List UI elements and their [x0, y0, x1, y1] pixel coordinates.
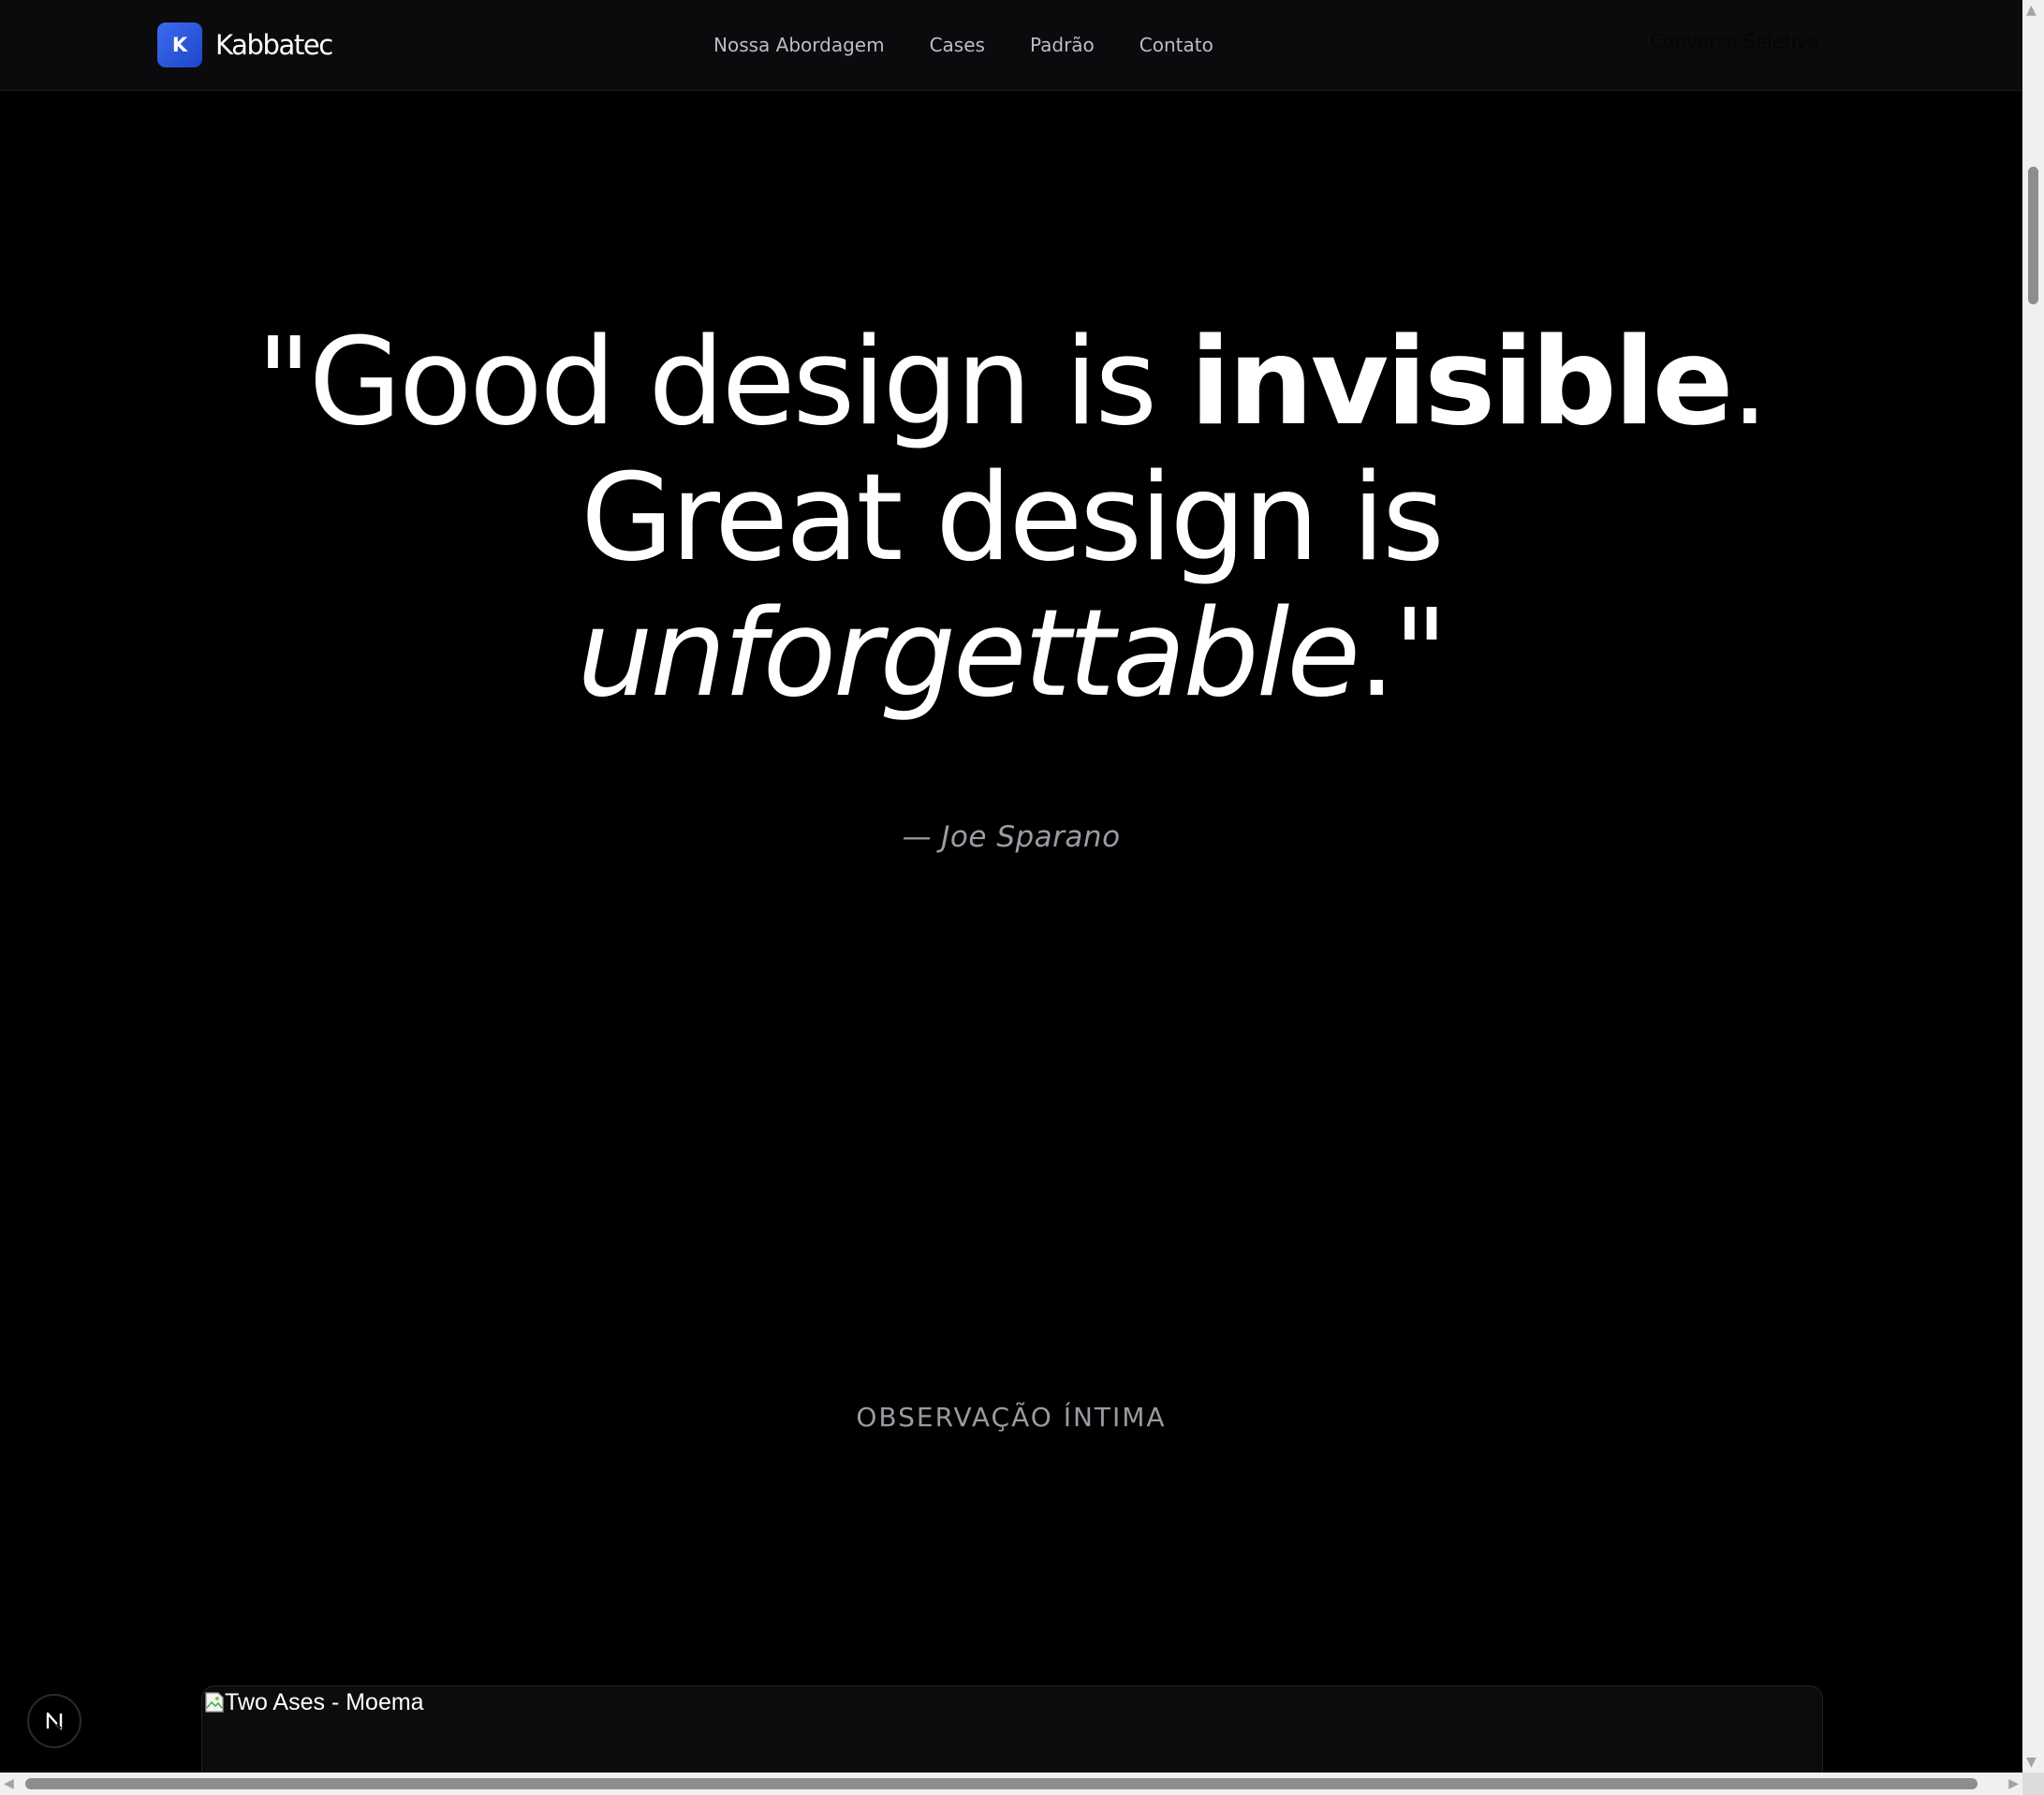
broken-image-icon — [204, 1691, 225, 1714]
quote-line-2: Great design is — [581, 449, 1445, 588]
nav-link-cases[interactable]: Cases — [930, 34, 985, 56]
case-image-alt-text: Two Ases - Moema — [225, 1689, 424, 1715]
scrollbar-corner — [2022, 1773, 2044, 1795]
vertical-scrollbar[interactable]: ▲ ▼ — [2022, 0, 2044, 1773]
quote-emphasis-invisible: invisible — [1189, 313, 1734, 452]
k-logo-icon: K — [157, 22, 202, 67]
cta-conversa-seletiva-button[interactable]: Conversa Seletiva — [1650, 30, 1819, 60]
n-letter-icon — [46, 1712, 63, 1730]
horizontal-scrollbar-thumb[interactable] — [25, 1778, 1978, 1789]
brand-name: Kabbatec — [215, 29, 333, 61]
case-image: Two Ases - Moema — [204, 1688, 424, 1716]
nav-link-contato[interactable]: Contato — [1140, 34, 1213, 56]
section-label: OBSERVAÇÃO ÍNTIMA — [856, 1402, 1167, 1433]
page: K Kabbatec Nossa Abordagem Cases Padrão … — [0, 0, 2044, 1795]
quote-emphasis-unforgettable: unforgettable — [577, 584, 1360, 724]
quote-line-3: unforgettable." — [169, 586, 1854, 722]
quote-line-1-start: "Good design is — [256, 313, 1190, 452]
scroll-right-arrow-icon[interactable]: ▶ — [2008, 1777, 2019, 1790]
nav-link-padrao[interactable]: Padrão — [1030, 34, 1095, 56]
quote-line-1: "Good design is invisible. — [169, 315, 1854, 450]
quote-line-1-end: . — [1730, 313, 1769, 452]
navbar: K Kabbatec Nossa Abordagem Cases Padrão … — [0, 0, 2022, 91]
main-nav: Nossa Abordagem Cases Padrão Contato — [713, 30, 1258, 60]
n-badge-icon[interactable] — [27, 1694, 81, 1748]
hero-quote: "Good design is invisible. Great design … — [169, 315, 1854, 722]
vertical-scrollbar-thumb[interactable] — [2028, 167, 2038, 304]
quote-line-3-end: ." — [1358, 584, 1448, 724]
horizontal-scrollbar[interactable]: ◀ ▶ — [0, 1773, 2022, 1795]
scroll-up-arrow-icon[interactable]: ▲ — [2026, 4, 2037, 17]
scroll-left-arrow-icon[interactable]: ◀ — [4, 1777, 14, 1790]
scroll-down-arrow-icon[interactable]: ▼ — [2026, 1756, 2037, 1769]
nav-link-nossa-abordagem[interactable]: Nossa Abordagem — [713, 34, 885, 56]
quote-attribution: — Joe Sparano — [902, 820, 1121, 854]
brand-logo-link[interactable]: K Kabbatec — [157, 22, 333, 67]
